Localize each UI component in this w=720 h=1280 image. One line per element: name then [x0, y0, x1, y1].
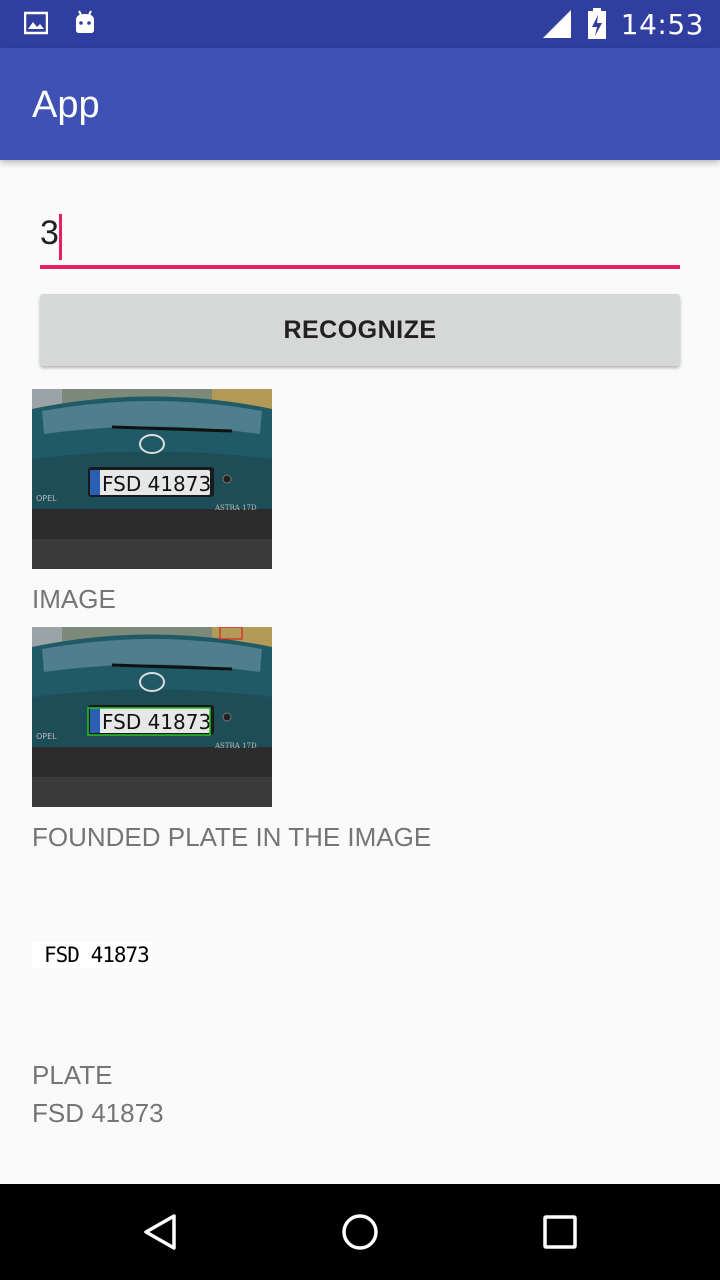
- found-plate-caption: FOUNDED PLATE IN THE IMAGE: [32, 822, 432, 852]
- cropped-plate-text: FSD 41873: [44, 943, 150, 967]
- input-underline: [40, 265, 680, 269]
- plate-caption: PLATE: [32, 1060, 113, 1090]
- navigation-bar: [0, 1184, 720, 1280]
- model-badge-text: ASTRA 17D: [214, 504, 257, 512]
- clock: 14:53: [620, 7, 704, 41]
- number-input[interactable]: 3: [40, 210, 680, 270]
- image-notification-icon: [24, 11, 48, 35]
- input-value[interactable]: 3: [40, 214, 59, 253]
- plate-text-detected: FSD 41873: [102, 710, 211, 734]
- opel-badge-text: OPEL: [36, 494, 57, 503]
- detected-plate-image: FSD 41873 OPEL ASTRA 17D: [32, 627, 272, 807]
- plate-text-image: FSD 41873: [102, 472, 211, 496]
- text-caret: [59, 214, 62, 260]
- opel-badge-text-detected: OPEL: [36, 732, 57, 741]
- plate-value: FSD 41873: [32, 1098, 164, 1128]
- status-bar: 14:53: [0, 0, 720, 48]
- model-badge-text-detected: ASTRA 17D: [214, 742, 257, 750]
- app-title: App: [32, 84, 100, 126]
- app-bar: App: [0, 48, 720, 160]
- back-icon[interactable]: [136, 1208, 184, 1256]
- home-icon[interactable]: [336, 1208, 384, 1256]
- image-caption: IMAGE: [32, 584, 116, 614]
- signal-icon: [542, 10, 571, 38]
- recents-icon[interactable]: [536, 1208, 584, 1256]
- cropped-plate-image: FSD 41873: [32, 942, 152, 968]
- recognize-button[interactable]: RECOGNIZE: [40, 294, 680, 366]
- main-content: 3 RECOGNIZE FSD 41873 OPEL ASTRA 17D IMA…: [0, 160, 720, 1184]
- android-notification-icon: [76, 10, 94, 33]
- car-image: FSD 41873 OPEL ASTRA 17D: [32, 389, 272, 569]
- battery-charging-icon: [587, 8, 606, 39]
